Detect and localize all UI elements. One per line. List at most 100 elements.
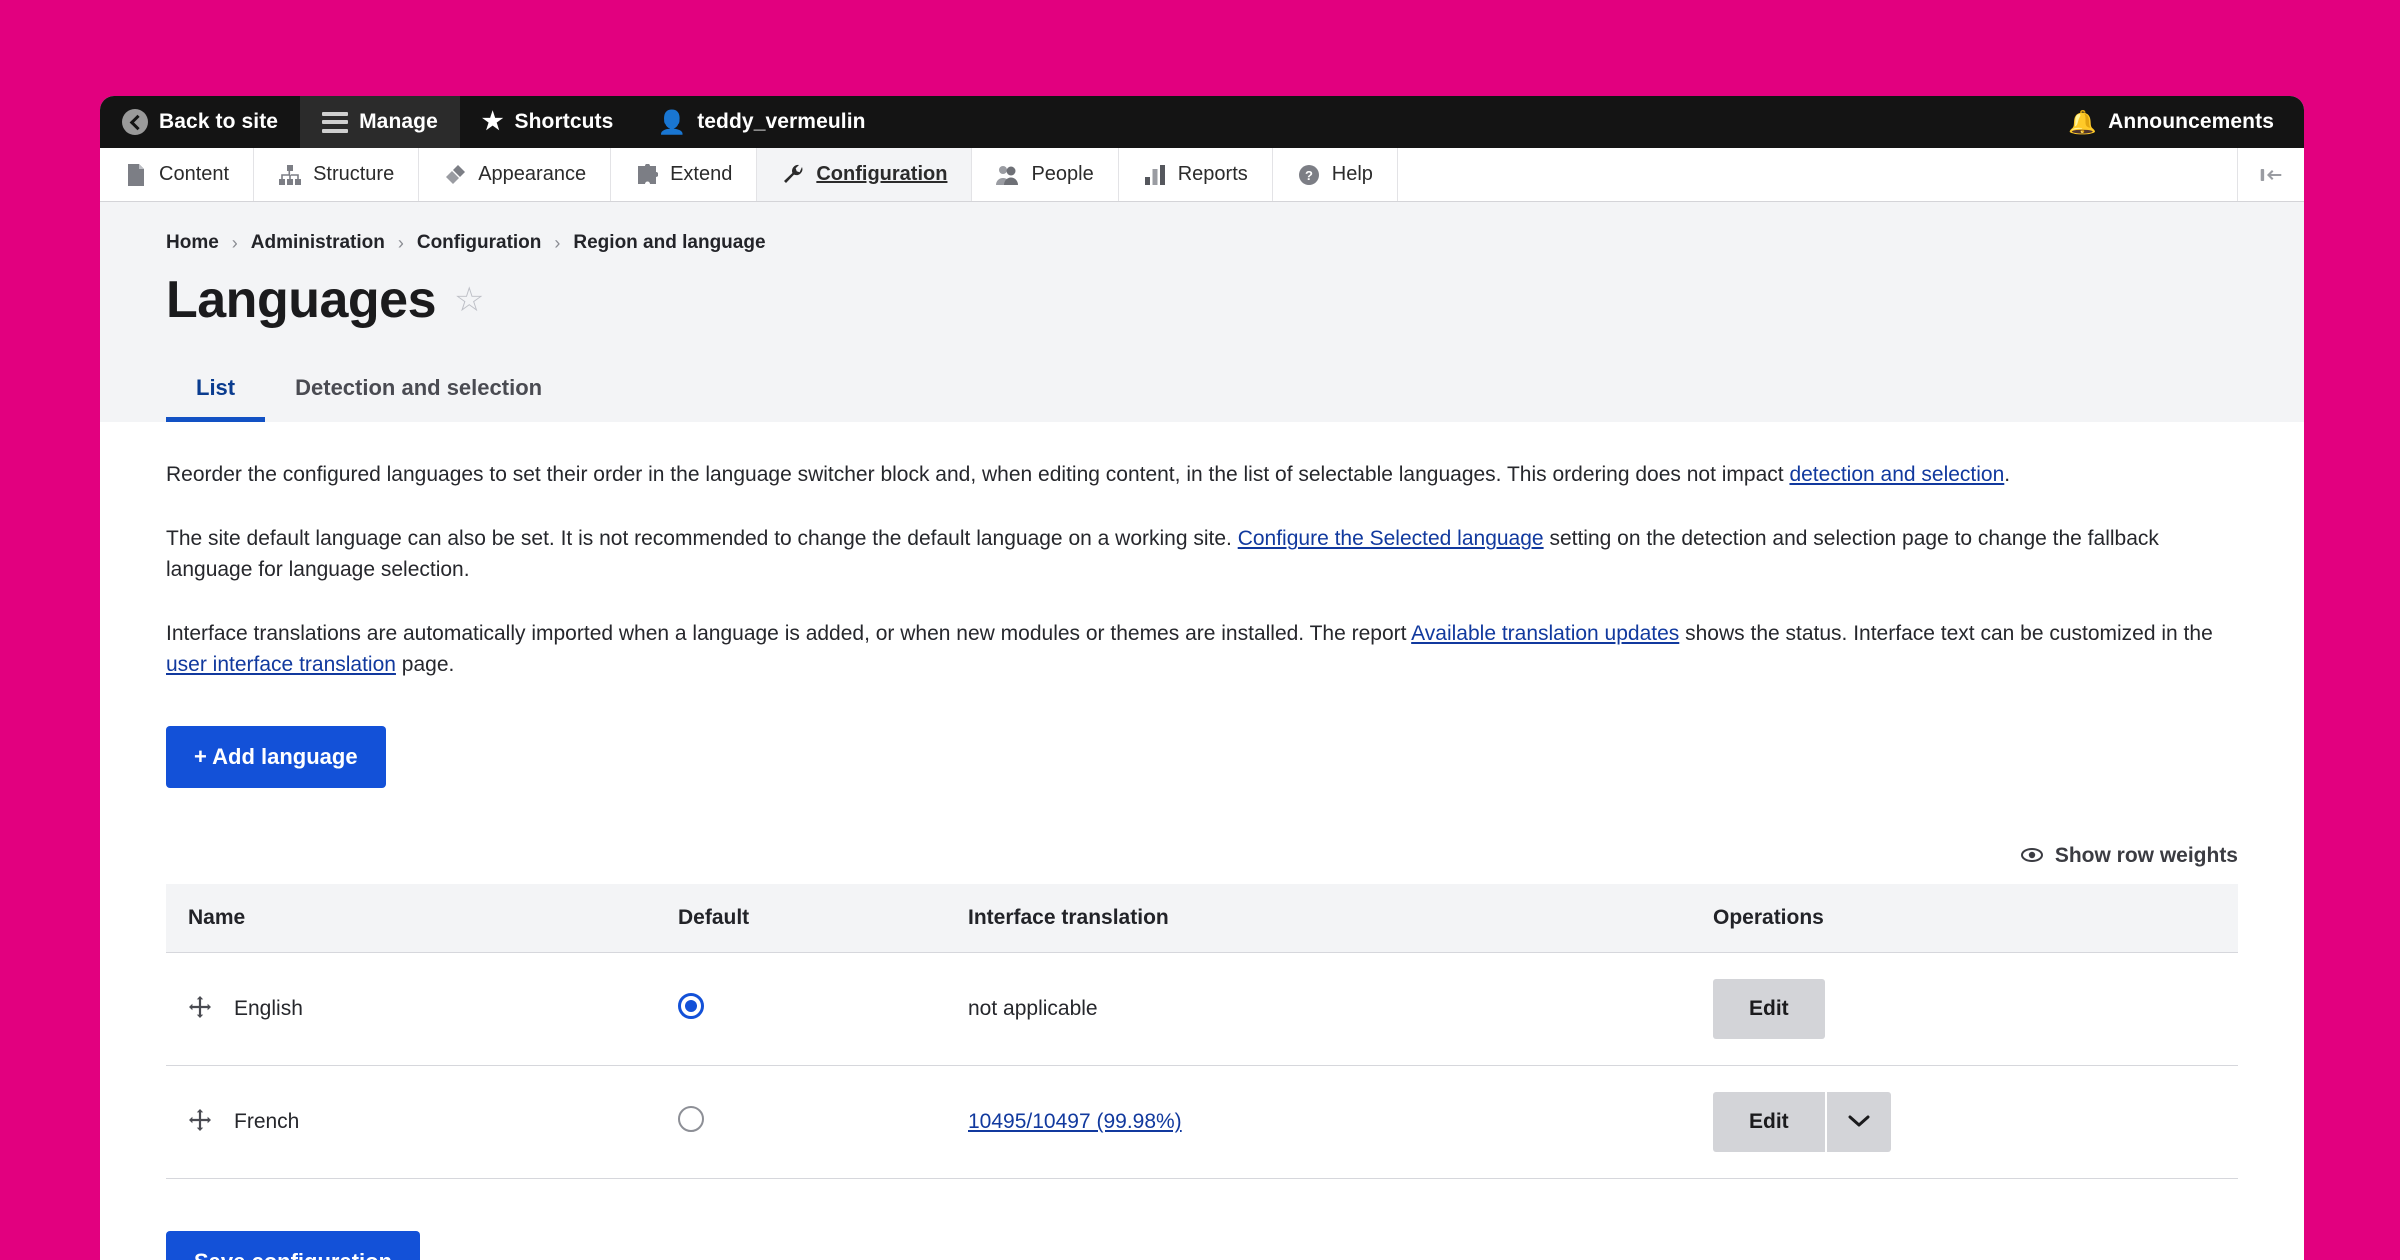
back-circle-icon — [122, 109, 148, 135]
nav-label-configuration: Configuration — [816, 163, 947, 186]
add-language-button-wrap: + Add language — [166, 726, 2238, 788]
intro-p3-text-a: Interface translations are automatically… — [166, 622, 1411, 645]
breadcrumb-item-home[interactable]: Home — [166, 232, 219, 254]
column-header-interface-translation: Interface translation — [946, 884, 1691, 953]
nav-label-extend: Extend — [670, 163, 732, 186]
intro-p1-text-b: . — [2004, 463, 2010, 486]
default-radio-english[interactable] — [678, 993, 704, 1019]
collapse-sidebar-button[interactable] — [2238, 148, 2304, 201]
hamburger-icon — [322, 112, 348, 133]
cell-interface-translation-english: not applicable — [946, 953, 1691, 1066]
back-to-site-label: Back to site — [159, 110, 278, 134]
edit-button-english[interactable]: Edit — [1713, 979, 1825, 1039]
intro-p2-text-a: The site default language can also be se… — [166, 527, 1238, 550]
admin-page: Back to site Manage ★ Shortcuts 👤 teddy_… — [100, 96, 2304, 1260]
people-icon — [996, 163, 1020, 187]
nav-item-reports[interactable]: Reports — [1119, 148, 1273, 201]
language-name-english: English — [234, 997, 303, 1021]
languages-table-body: English not applicable Edit — [166, 953, 2238, 1179]
edit-button-french[interactable]: Edit — [1713, 1092, 1825, 1152]
available-translation-updates-link[interactable]: Available translation updates — [1411, 622, 1679, 645]
languages-table-head: Name Default Interface translation Opera… — [166, 884, 2238, 953]
breadcrumb-item-region-and-language[interactable]: Region and language — [573, 232, 765, 254]
nav-item-extend[interactable]: Extend — [611, 148, 757, 201]
sitemap-icon — [278, 163, 302, 187]
intro-p1-text-a: Reorder the configured languages to set … — [166, 463, 1789, 486]
drag-handle-icon[interactable] — [188, 995, 212, 1023]
intro-paragraph-1: Reorder the configured languages to set … — [166, 460, 2226, 490]
cell-default-english — [656, 953, 946, 1066]
manage-label: Manage — [359, 110, 438, 134]
tab-list[interactable]: List — [166, 375, 265, 422]
intro-p3-text-c: page. — [396, 653, 454, 676]
detection-and-selection-link[interactable]: detection and selection — [1789, 463, 2004, 486]
wrench-icon — [781, 163, 805, 187]
intro-p3-text-b: shows the status. Interface text can be … — [1679, 622, 2212, 645]
nav-label-reports: Reports — [1178, 163, 1248, 186]
breadcrumb: Home › Administration › Configuration › … — [100, 202, 2304, 254]
manage-tab[interactable]: Manage — [300, 96, 460, 148]
nav-label-people: People — [1031, 163, 1093, 186]
eye-icon — [2021, 846, 2043, 867]
interface-translation-french-link[interactable]: 10495/10497 (99.98%) — [968, 1110, 1182, 1133]
save-configuration-wrap: Save configuration — [166, 1231, 2238, 1260]
main-content: Reorder the configured languages to set … — [100, 460, 2304, 1260]
announcements-button[interactable]: 🔔 Announcements — [2046, 96, 2304, 148]
nav-label-help: Help — [1332, 163, 1373, 186]
star-outline-icon[interactable]: ☆ — [454, 283, 484, 317]
back-to-site-button[interactable]: Back to site — [100, 96, 300, 148]
add-language-button[interactable]: + Add language — [166, 726, 386, 788]
cell-name-english: English — [166, 953, 656, 1066]
chevron-down-icon — [1848, 1111, 1870, 1134]
tab-list-label: List — [196, 375, 235, 400]
languages-table: Name Default Interface translation Opera… — [166, 884, 2238, 1179]
tab-detection-and-selection[interactable]: Detection and selection — [265, 375, 572, 422]
breadcrumb-separator: › — [232, 233, 238, 254]
table-row: English not applicable Edit — [166, 953, 2238, 1066]
page-title: Languages — [166, 270, 436, 330]
nav-label-content: Content — [159, 163, 229, 186]
show-row-weights-label: Show row weights — [2055, 844, 2238, 868]
svg-text:?: ? — [1305, 168, 1313, 183]
admin-toolbar: Back to site Manage ★ Shortcuts 👤 teddy_… — [100, 96, 2304, 148]
nav-label-appearance: Appearance — [478, 163, 586, 186]
save-configuration-button[interactable]: Save configuration — [166, 1231, 420, 1260]
table-row: French 10495/10497 (99.98%) Edit — [166, 1066, 2238, 1179]
user-menu[interactable]: 👤 teddy_vermeulin — [635, 96, 887, 148]
column-header-operations: Operations — [1691, 884, 2238, 953]
breadcrumb-separator: › — [554, 233, 560, 254]
cell-default-french — [656, 1066, 946, 1179]
breadcrumb-item-administration[interactable]: Administration — [251, 232, 385, 254]
question-mark-icon: ? — [1297, 163, 1321, 187]
nav-item-appearance[interactable]: Appearance — [419, 148, 611, 201]
nav-item-content[interactable]: Content — [100, 148, 254, 201]
language-name-french: French — [234, 1110, 299, 1134]
shortcuts-tab[interactable]: ★ Shortcuts — [460, 96, 636, 148]
configure-selected-language-link[interactable]: Configure the Selected language — [1238, 527, 1544, 550]
breadcrumb-separator: › — [398, 233, 404, 254]
drag-handle-icon[interactable] — [188, 1108, 212, 1136]
breadcrumb-item-configuration[interactable]: Configuration — [417, 232, 542, 254]
show-row-weights-toggle[interactable]: Show row weights — [2021, 844, 2238, 868]
user-interface-translation-link[interactable]: user interface translation — [166, 653, 396, 676]
intro-paragraph-3: Interface translations are automatically… — [166, 619, 2226, 680]
paintbrush-icon — [443, 163, 467, 187]
nav-item-help[interactable]: ? Help — [1273, 148, 1398, 201]
person-icon: 👤 — [657, 111, 686, 134]
nav-item-people[interactable]: People — [972, 148, 1118, 201]
admin-nav-spacer — [1398, 148, 2238, 201]
nav-item-structure[interactable]: Structure — [254, 148, 419, 201]
table-header-row: Name Default Interface translation Opera… — [166, 884, 2238, 953]
default-radio-french[interactable] — [678, 1106, 704, 1132]
nav-item-configuration[interactable]: Configuration — [757, 148, 972, 201]
nav-label-structure: Structure — [313, 163, 394, 186]
star-icon: ★ — [482, 110, 504, 134]
shortcuts-label: Shortcuts — [515, 110, 614, 134]
cell-name-french: French — [166, 1066, 656, 1179]
bar-chart-icon — [1143, 163, 1167, 187]
bell-icon: 🔔 — [2068, 111, 2097, 134]
intro-paragraph-2: The site default language can also be se… — [166, 524, 2226, 585]
column-header-name: Name — [166, 884, 656, 953]
column-header-default: Default — [656, 884, 946, 953]
operations-toggle-french[interactable] — [1825, 1092, 1891, 1152]
